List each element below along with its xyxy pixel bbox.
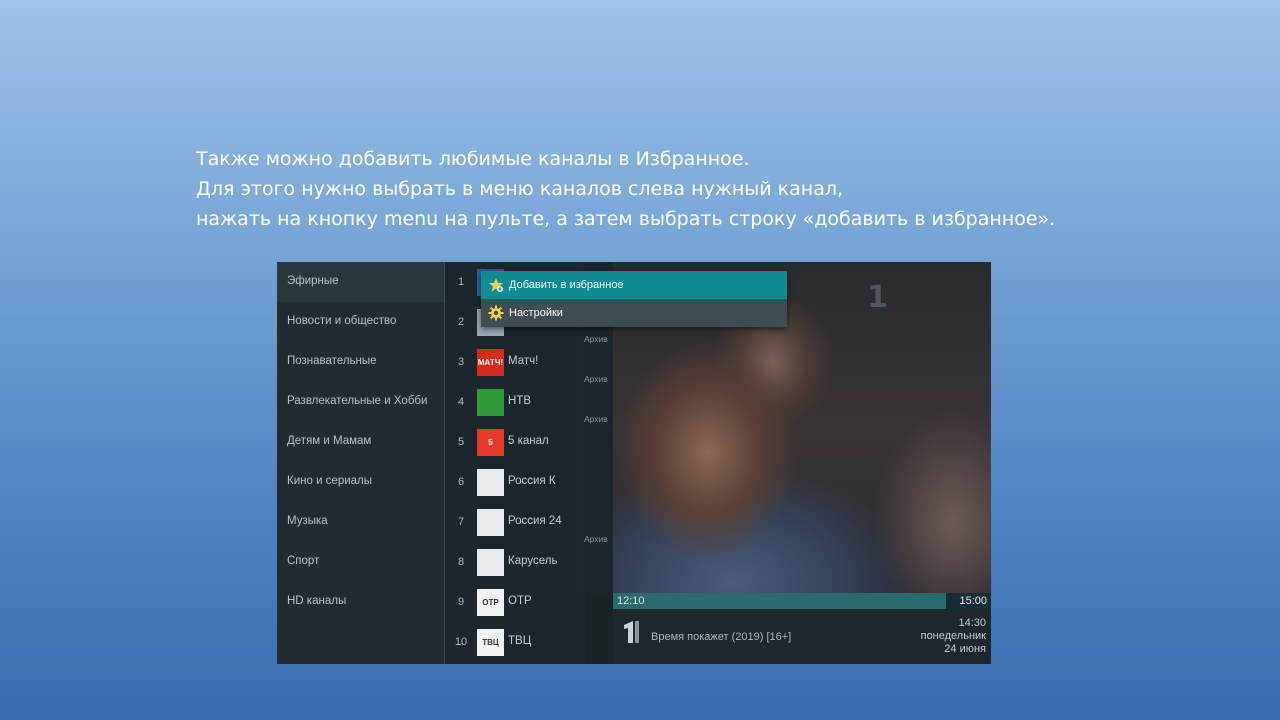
channel-item-8[interactable]: 8 Карусель <box>445 542 585 582</box>
category-item-kids[interactable]: Детям и Мамам <box>277 422 444 462</box>
category-item-movies[interactable]: Кино и сериалы <box>277 462 444 502</box>
archive-label: Архив <box>584 334 608 344</box>
program-date: 24 июня <box>944 643 986 655</box>
instruction-line-2: Для этого нужно выбрать в меню каналов с… <box>196 178 844 200</box>
category-item-hd[interactable]: HD каналы <box>277 582 444 622</box>
channel-name: ОТР <box>508 595 532 607</box>
channel5-logo-icon: 5 <box>477 429 504 456</box>
add-to-favorites-label: Добавить в избранное <box>509 279 624 291</box>
category-item-news[interactable]: Новости и общество <box>277 302 444 342</box>
ntv-logo-icon <box>477 389 504 416</box>
program-weekday: понедельник <box>920 630 986 642</box>
tv-screenshot: 1 Эфирные Новости и общество Познаватель… <box>277 262 991 664</box>
otr-logo-icon: ОТР <box>477 589 504 616</box>
channel-item-3[interactable]: 3 МАТЧ! Матч! <box>445 342 585 382</box>
category-item-entertainment[interactable]: Развлекательные и Хобби <box>277 382 444 422</box>
channel-name: ТВЦ <box>508 635 532 647</box>
channel-number: 1 <box>457 276 465 288</box>
broadcast-watermark-icon: 1 <box>867 280 888 315</box>
channel-number: 2 <box>457 316 465 328</box>
end-time: 15:00 <box>959 595 987 607</box>
channel-name: 5 канал <box>508 435 549 447</box>
channel-item-6[interactable]: 6 Россия К <box>445 462 585 502</box>
category-item-efirnye[interactable]: Эфирные <box>277 262 444 302</box>
channel-number: 9 <box>457 596 465 608</box>
channel-number: 5 <box>457 436 465 448</box>
settings-label: Настройки <box>509 307 563 319</box>
start-time: 12:10 <box>617 595 645 607</box>
channel-name: Россия 24 <box>508 515 562 527</box>
channel-item-7[interactable]: 7 Россия 24 <box>445 502 585 542</box>
category-item-music[interactable]: Музыка <box>277 502 444 542</box>
program-datetime: 14:30 понедельник 24 июня <box>921 617 986 656</box>
karusel-logo-icon <box>477 549 504 576</box>
program-time: 14:30 <box>958 617 986 629</box>
category-item-educational[interactable]: Познавательные <box>277 342 444 382</box>
channel-number: 4 <box>457 396 465 408</box>
channel-name: Матч! <box>508 355 539 367</box>
channel-number: 8 <box>457 556 465 568</box>
playback-progress: 12:10 15:00 <box>613 593 991 609</box>
progress-fill <box>613 593 946 609</box>
channel-number: 10 <box>454 636 468 648</box>
gear-icon <box>488 305 504 321</box>
instruction-line-3: нажать на кнопку menu на пульте, а затем… <box>196 208 1056 230</box>
category-item-sport[interactable]: Спорт <box>277 542 444 582</box>
archive-label: Архив <box>584 534 608 544</box>
channel-name: Россия К <box>508 475 556 487</box>
channel-number: 3 <box>457 356 465 368</box>
add-to-favorites-menu-item[interactable]: Добавить в избранное <box>481 271 787 299</box>
star-icon <box>489 278 503 292</box>
channel-number: 6 <box>457 476 465 488</box>
channel-item-5[interactable]: 55 5 канал <box>445 422 585 462</box>
match-logo-icon: МАТЧ! <box>477 349 504 376</box>
channel-item-9[interactable]: 9 ОТР ОТР <box>445 582 585 622</box>
context-menu: Добавить в избранное Настройки <box>481 271 787 327</box>
program-info: Время покажет (2019) [16+] 14:30 понедел… <box>613 609 991 664</box>
channel-item-10[interactable]: 10 ТВЦ ТВЦ <box>445 622 585 662</box>
tvc-logo-icon: ТВЦ <box>477 629 504 656</box>
russiak-logo-icon <box>477 469 504 496</box>
settings-menu-item[interactable]: Настройки <box>481 299 787 327</box>
russia24-logo-icon <box>477 509 504 536</box>
channel-name: Карусель <box>508 555 558 567</box>
archive-label: Архив <box>584 374 608 384</box>
category-list: Эфирные Новости и общество Познавательны… <box>277 262 445 664</box>
archive-label: Архив <box>584 414 608 424</box>
instruction-text: Также можно добавить любимые каналы в Из… <box>196 144 1196 234</box>
program-title: Время покажет (2019) [16+] <box>651 631 792 643</box>
channel-item-4[interactable]: 4 НТВ <box>445 382 585 422</box>
perviy-channel-logo-icon <box>624 621 639 643</box>
channel-name: НТВ <box>508 395 531 407</box>
channel-number: 7 <box>457 516 465 528</box>
instruction-line-1: Также можно добавить любимые каналы в Из… <box>196 148 750 170</box>
